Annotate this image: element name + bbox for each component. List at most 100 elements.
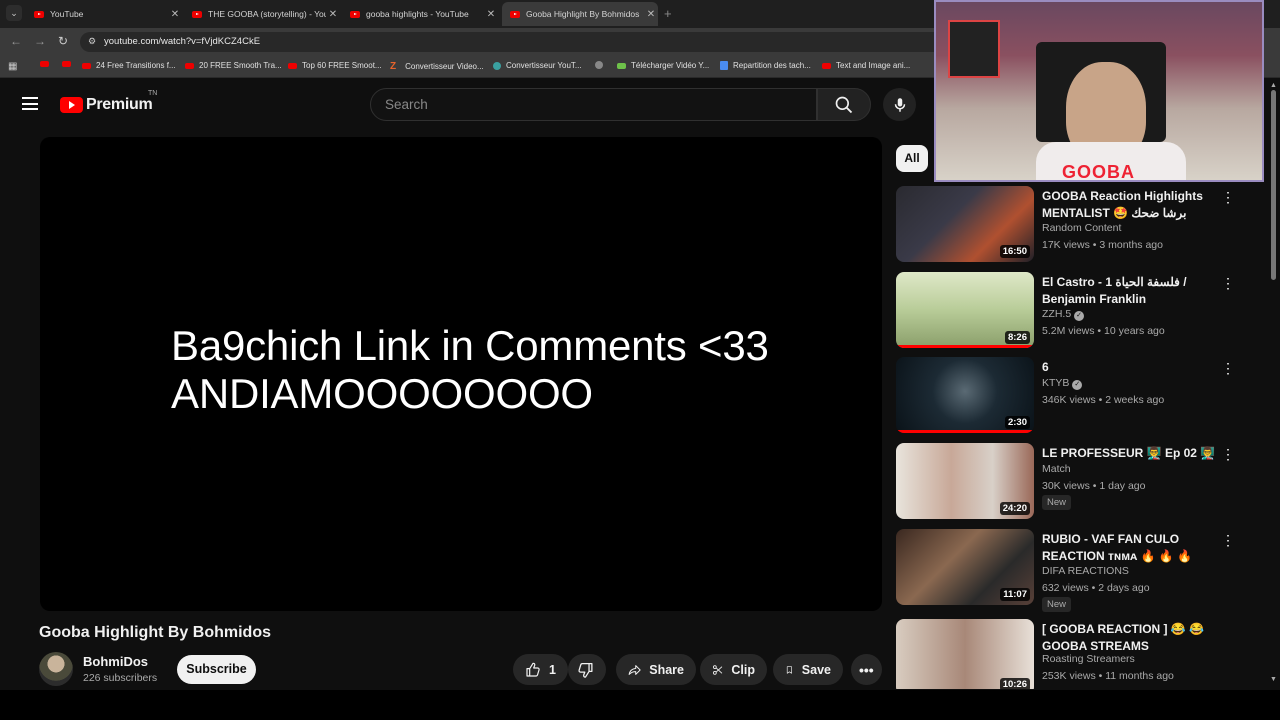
download-icon xyxy=(617,62,626,69)
more-actions-button[interactable]: ••• xyxy=(851,654,882,685)
search-button[interactable] xyxy=(817,88,871,121)
bookmark-item[interactable]: Text and Image ani... xyxy=(822,61,910,70)
recommendation-title[interactable]: El Castro - 1 فلسفة الحياة / Benjamin Fr… xyxy=(1042,274,1217,307)
wall-poster xyxy=(948,20,1000,78)
like-button[interactable]: 1 xyxy=(513,654,568,685)
recommendation-title[interactable]: GOOBA Reaction Highlights MENTALIST 🤩 بر… xyxy=(1042,188,1217,221)
video-thumbnail[interactable]: 24:20 xyxy=(896,443,1034,519)
new-badge: New xyxy=(1042,495,1072,510)
recommendation-meta: 17K views • 3 months ago xyxy=(1042,239,1163,251)
recommendation-item[interactable]: 2:30 6 KTYB ✓ 346K views • 2 weeks ago ⋮ xyxy=(896,357,1235,437)
duration-badge: 2:30 xyxy=(1004,416,1030,429)
chip-all[interactable]: All xyxy=(896,145,928,172)
recommendation-item[interactable]: 8:26 El Castro - 1 فلسفة الحياة / Benjam… xyxy=(896,272,1235,352)
save-button[interactable]: Save xyxy=(773,654,843,685)
z-converter-icon: Z xyxy=(390,61,397,72)
video-thumbnail[interactable]: 10:26 xyxy=(896,619,1034,689)
more-vertical-icon[interactable]: ⋮ xyxy=(1221,190,1235,204)
recommendation-meta: 632 views • 2 days ago xyxy=(1042,582,1150,594)
recommendation-meta: 253K views • 11 months ago xyxy=(1042,670,1174,682)
close-tab-icon[interactable]: ✕ xyxy=(484,9,498,20)
recommendation-item[interactable]: 24:20 LE PROFESSEUR 👨‍🏫 Ep 02 👨‍🏫 Match … xyxy=(896,443,1235,523)
youtube-icon xyxy=(40,61,49,67)
more-vertical-icon[interactable]: ⋮ xyxy=(1221,533,1235,547)
bookmark-item[interactable]: Repartition des tach... xyxy=(720,61,811,70)
site-info-icon[interactable]: ⚙ xyxy=(88,36,96,47)
browser-tab[interactable]: THE GOOBA (storytelling) - You ✕ xyxy=(184,2,340,26)
forward-icon[interactable]: → xyxy=(34,34,46,48)
apps-grid-icon[interactable]: ▦ xyxy=(8,61,17,72)
video-thumbnail[interactable]: 11:07 xyxy=(896,529,1034,605)
subscribe-button[interactable]: Subscribe xyxy=(177,655,256,684)
bookmark-item[interactable] xyxy=(40,61,54,67)
search-input[interactable]: Search xyxy=(370,88,817,121)
reload-icon[interactable]: ↻ xyxy=(58,34,68,48)
youtube-icon xyxy=(62,61,71,67)
scrollbar-thumb[interactable] xyxy=(1271,90,1276,280)
share-button[interactable]: Share xyxy=(616,654,696,685)
bookmark-item[interactable]: 20 FREE Smooth Tra... xyxy=(185,61,282,70)
recommendation-channel[interactable]: ZZH.5 ✓ xyxy=(1042,308,1085,321)
close-tab-icon[interactable]: ✕ xyxy=(168,9,182,20)
more-vertical-icon[interactable]: ⋮ xyxy=(1221,623,1226,637)
thumbs-up-icon xyxy=(526,662,540,677)
video-thumbnail[interactable]: 2:30 xyxy=(896,357,1034,433)
watch-progress-bar xyxy=(896,430,1034,433)
recommendation-title[interactable]: LE PROFESSEUR 👨‍🏫 Ep 02 👨‍🏫 xyxy=(1042,445,1217,462)
recommendation-item[interactable]: 16:50 GOOBA Reaction Highlights MENTALIS… xyxy=(896,186,1235,266)
recommendation-channel[interactable]: Roasting Streamers xyxy=(1042,653,1135,665)
youtube-icon xyxy=(82,62,91,69)
streamer-webcam-overlay: GOOBA xyxy=(934,0,1264,182)
clip-button[interactable]: Clip xyxy=(700,654,767,685)
new-tab-icon[interactable]: + xyxy=(664,6,672,21)
duration-badge: 24:20 xyxy=(999,502,1030,515)
recommendation-title[interactable]: [ GOOBA REACTION ] 😂 😂 GOOBA STREAMS HIG… xyxy=(1042,621,1217,655)
video-thumbnail[interactable]: 16:50 xyxy=(896,186,1034,262)
channel-avatar[interactable] xyxy=(39,652,73,686)
close-tab-icon[interactable]: ✕ xyxy=(326,9,340,20)
youtube-premium-logo[interactable]: Premium TN xyxy=(60,90,157,114)
youtube-favicon-icon xyxy=(350,10,360,18)
youtube-favicon-icon xyxy=(34,10,44,18)
verified-icon: ✓ xyxy=(1072,380,1083,390)
recommendation-title[interactable]: RUBIO - VAF FAN CULO REACTION ᴛɴᴍᴀ 🔥 🔥 🔥 xyxy=(1042,531,1217,564)
page-scrollbar[interactable]: ▲ ▼ xyxy=(1270,82,1277,683)
browser-tab[interactable]: YouTube ✕ xyxy=(26,2,182,26)
more-vertical-icon[interactable]: ⋮ xyxy=(1221,361,1235,375)
bookmark-item[interactable]: Top 60 FREE Smoot... xyxy=(288,61,382,70)
browser-tab-active[interactable]: Gooba Highlight By Bohmidos ✕ xyxy=(502,2,658,26)
bookmark-item[interactable]: Z Convertisseur Video... xyxy=(390,61,484,72)
back-icon[interactable]: ← xyxy=(10,34,22,48)
dislike-button[interactable] xyxy=(568,654,606,685)
recommendation-meta: 30K views • 1 day ago xyxy=(1042,480,1146,492)
recommendation-title[interactable]: 6 xyxy=(1042,359,1217,376)
close-tab-icon[interactable]: ✕ xyxy=(644,9,658,20)
recommendation-item[interactable]: 10:26 [ GOOBA REACTION ] 😂 😂 GOOBA STREA… xyxy=(896,619,1226,689)
bookmark-item[interactable] xyxy=(62,61,76,67)
recommendation-channel[interactable]: DIFA REACTIONS xyxy=(1042,565,1129,577)
bookmark-item[interactable]: Convertisseur YouT... xyxy=(493,61,582,70)
bookmark-item[interactable]: Télécharger Vidéo Y... xyxy=(617,61,709,70)
scroll-down-icon[interactable]: ▼ xyxy=(1270,676,1277,683)
recommendation-meta: 346K views • 2 weeks ago xyxy=(1042,394,1165,406)
channel-name[interactable]: BohmiDos xyxy=(83,654,148,669)
recommendation-channel[interactable]: KTYB ✓ xyxy=(1042,377,1083,390)
more-vertical-icon[interactable]: ⋮ xyxy=(1221,447,1235,461)
browser-tab[interactable]: gooba highlights - YouTube ✕ xyxy=(342,2,498,26)
voice-search-button[interactable] xyxy=(883,88,916,121)
video-title: Gooba Highlight By Bohmidos xyxy=(39,624,271,641)
share-icon xyxy=(628,664,641,675)
recommendation-channel[interactable]: Random Content xyxy=(1042,222,1121,234)
recommendation-item[interactable]: 11:07 RUBIO - VAF FAN CULO REACTION ᴛɴᴍᴀ… xyxy=(896,529,1235,612)
more-vertical-icon[interactable]: ⋮ xyxy=(1221,276,1235,290)
video-thumbnail[interactable]: 8:26 xyxy=(896,272,1034,348)
tab-search-dropdown[interactable]: ⌄ xyxy=(6,5,22,21)
microphone-icon xyxy=(894,98,906,112)
youtube-icon xyxy=(288,62,297,69)
converter-icon xyxy=(493,61,501,70)
menu-icon[interactable] xyxy=(22,97,38,110)
scroll-up-icon[interactable]: ▲ xyxy=(1270,82,1277,89)
bookmark-item[interactable]: 24 Free Transitions f... xyxy=(82,61,176,70)
bookmark-item[interactable] xyxy=(595,61,608,69)
recommendation-channel[interactable]: Match xyxy=(1042,463,1071,475)
